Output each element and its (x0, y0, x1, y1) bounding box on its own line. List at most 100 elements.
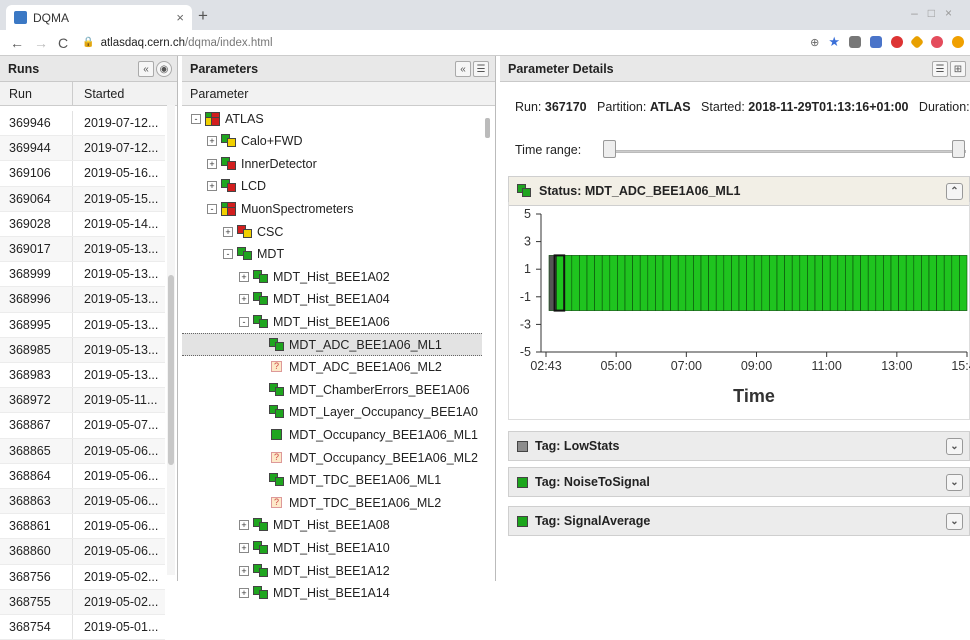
tag-section-header[interactable]: Tag: LowStats ⌄ (508, 431, 970, 461)
collapse-icon[interactable]: - (207, 203, 217, 214)
tree-node[interactable]: - MDT_Hist_BEE1A06 (182, 310, 482, 333)
tag-section-header[interactable]: Tag: NoiseToSignal ⌄ (508, 467, 970, 497)
expand-icon[interactable]: + (207, 158, 217, 169)
collapse-icon[interactable]: - (239, 316, 249, 327)
expand-tag-button[interactable]: ⌄ (946, 513, 963, 530)
runs-scrollbar[interactable] (167, 105, 175, 575)
window-controls[interactable]: –□× (911, 6, 962, 20)
reload-icon[interactable]: C (58, 35, 68, 51)
col-run[interactable]: Run (0, 82, 73, 105)
expand-icon[interactable]: + (207, 181, 217, 192)
run-row[interactable]: 368861 2019-05-06... (0, 514, 165, 540)
tree-node[interactable]: MDT_Occupancy_BEE1A06_ML1 (182, 423, 482, 446)
ext-o-icon[interactable] (952, 36, 964, 48)
tree-node[interactable]: - ATLAS (182, 107, 482, 130)
run-row[interactable]: 369028 2019-05-14... (0, 211, 165, 237)
expand-icon[interactable]: + (207, 136, 217, 147)
tree-node[interactable]: ? MDT_ADC_BEE1A06_ML2 (182, 356, 482, 379)
tree-node[interactable]: + MDT_Hist_BEE1A02 (182, 265, 482, 288)
tree-node[interactable]: + MDT_Hist_BEE1A10 (182, 536, 482, 559)
collapse-runs-button[interactable]: « (138, 61, 154, 77)
tree-node[interactable]: + MDT_Hist_BEE1A12 (182, 559, 482, 582)
run-row[interactable]: 368754 2019-05-01... (0, 615, 165, 640)
tree-node[interactable]: MDT_TDC_BEE1A06_ML1 (182, 469, 482, 492)
expand-icon[interactable]: + (239, 294, 249, 305)
tree-node[interactable]: MDT_ChamberErrors_BEE1A06 (182, 378, 482, 401)
parameters-scroll-thumb[interactable] (485, 118, 490, 138)
chart-bar (921, 255, 930, 311)
tree-node[interactable]: + InnerDetector (182, 152, 482, 175)
time-range-slider[interactable] (604, 150, 966, 153)
run-row[interactable]: 368996 2019-05-13... (0, 287, 165, 313)
tree-node[interactable]: MDT_ADC_BEE1A06_ML1 (182, 333, 482, 356)
browser-tab[interactable]: DQMA × (6, 5, 192, 30)
run-row[interactable]: 368865 2019-05-06... (0, 438, 165, 464)
ext-s-icon[interactable] (931, 36, 943, 48)
x-tick-label: 13:00 (881, 359, 912, 373)
run-row[interactable]: 369946 2019-07-12... (0, 111, 165, 137)
tree-node[interactable]: + MDT_Hist_BEE1A14 (182, 582, 482, 605)
run-row[interactable]: 369064 2019-05-15... (0, 186, 165, 212)
tag-section-header[interactable]: Tag: SignalAverage ⌄ (508, 506, 970, 536)
expand-icon[interactable]: + (239, 565, 249, 576)
address-bar[interactable]: 🔒 atlasdaq.cern.ch/dqma/index.html (82, 37, 272, 49)
runs-scroll-thumb[interactable] (168, 275, 174, 465)
details-tree-icon[interactable]: ⊞ (950, 61, 966, 77)
run-row[interactable]: 368756 2019-05-02... (0, 564, 165, 590)
run-row[interactable]: 369017 2019-05-13... (0, 237, 165, 263)
runs-settings-icon[interactable]: ◉ (156, 61, 172, 77)
run-row[interactable]: 368999 2019-05-13... (0, 262, 165, 288)
run-row[interactable]: 369944 2019-07-12... (0, 136, 165, 162)
run-row[interactable]: 368867 2019-05-07... (0, 413, 165, 439)
run-row[interactable]: 369106 2019-05-16... (0, 161, 165, 187)
collapse-icon[interactable]: - (223, 249, 233, 260)
new-tab-button[interactable]: + (198, 6, 208, 26)
collapse-icon[interactable]: - (191, 113, 201, 124)
close-tab-icon[interactable]: × (176, 10, 184, 25)
col-started[interactable]: Started (73, 87, 124, 101)
time-range-end-handle[interactable] (952, 140, 965, 158)
zoom-icon[interactable]: ⊕ (810, 36, 819, 49)
ext-abp-icon[interactable] (891, 36, 903, 48)
run-row[interactable]: 368972 2019-05-11... (0, 388, 165, 414)
ext-share-icon[interactable] (870, 36, 882, 48)
chart-bar (601, 255, 611, 311)
run-row[interactable]: 368985 2019-05-13... (0, 337, 165, 363)
time-range-start-handle[interactable] (603, 140, 616, 158)
run-row[interactable]: 368995 2019-05-13... (0, 312, 165, 338)
collapse-parameters-button[interactable]: « (455, 61, 471, 77)
tree-node[interactable]: + MDT_Hist_BEE1A04 (182, 288, 482, 311)
expand-tag-button[interactable]: ⌄ (946, 438, 963, 455)
parameters-scrollbar[interactable] (484, 112, 492, 575)
expand-icon[interactable]: + (223, 226, 233, 237)
expand-icon[interactable]: + (239, 588, 249, 599)
tree-node[interactable]: + Calo+FWD (182, 130, 482, 153)
tree-node[interactable]: + MDT_Hist_BEE1A08 (182, 514, 482, 537)
expand-tag-button[interactable]: ⌄ (946, 474, 963, 491)
collapse-status-button[interactable]: ⌃ (946, 183, 963, 200)
expand-icon[interactable]: + (239, 542, 249, 553)
tree-node[interactable]: + LCD (182, 175, 482, 198)
run-started: 2019-05-13... (84, 317, 159, 332)
parameters-list-icon[interactable]: ☰ (473, 61, 489, 77)
tree-node[interactable]: ? MDT_Occupancy_BEE1A06_ML2 (182, 446, 482, 469)
ext-diamond-icon[interactable] (909, 34, 925, 50)
col-parameter[interactable]: Parameter (190, 87, 248, 101)
tree-node[interactable]: ? MDT_TDC_BEE1A06_ML2 (182, 491, 482, 514)
expand-icon[interactable]: + (239, 271, 249, 282)
tree-node[interactable]: - MuonSpectrometers (182, 197, 482, 220)
expand-icon[interactable]: + (239, 520, 249, 531)
back-icon[interactable]: ← (10, 35, 24, 51)
tree-node[interactable]: + CSC (182, 220, 482, 243)
tree-node[interactable]: - MDT (182, 243, 482, 266)
star-icon[interactable]: ★ (828, 34, 840, 50)
forward-icon[interactable]: → (34, 35, 48, 51)
run-row[interactable]: 368863 2019-05-06... (0, 489, 165, 515)
ext-reader-icon[interactable] (849, 36, 861, 48)
run-row[interactable]: 368983 2019-05-13... (0, 363, 165, 389)
tree-node[interactable]: MDT_Layer_Occupancy_BEE1A0 (182, 401, 482, 424)
run-row[interactable]: 368864 2019-05-06... (0, 463, 165, 489)
details-list-icon[interactable]: ☰ (932, 61, 948, 77)
run-row[interactable]: 368860 2019-05-06... (0, 539, 165, 565)
run-row[interactable]: 368755 2019-05-02... (0, 589, 165, 615)
